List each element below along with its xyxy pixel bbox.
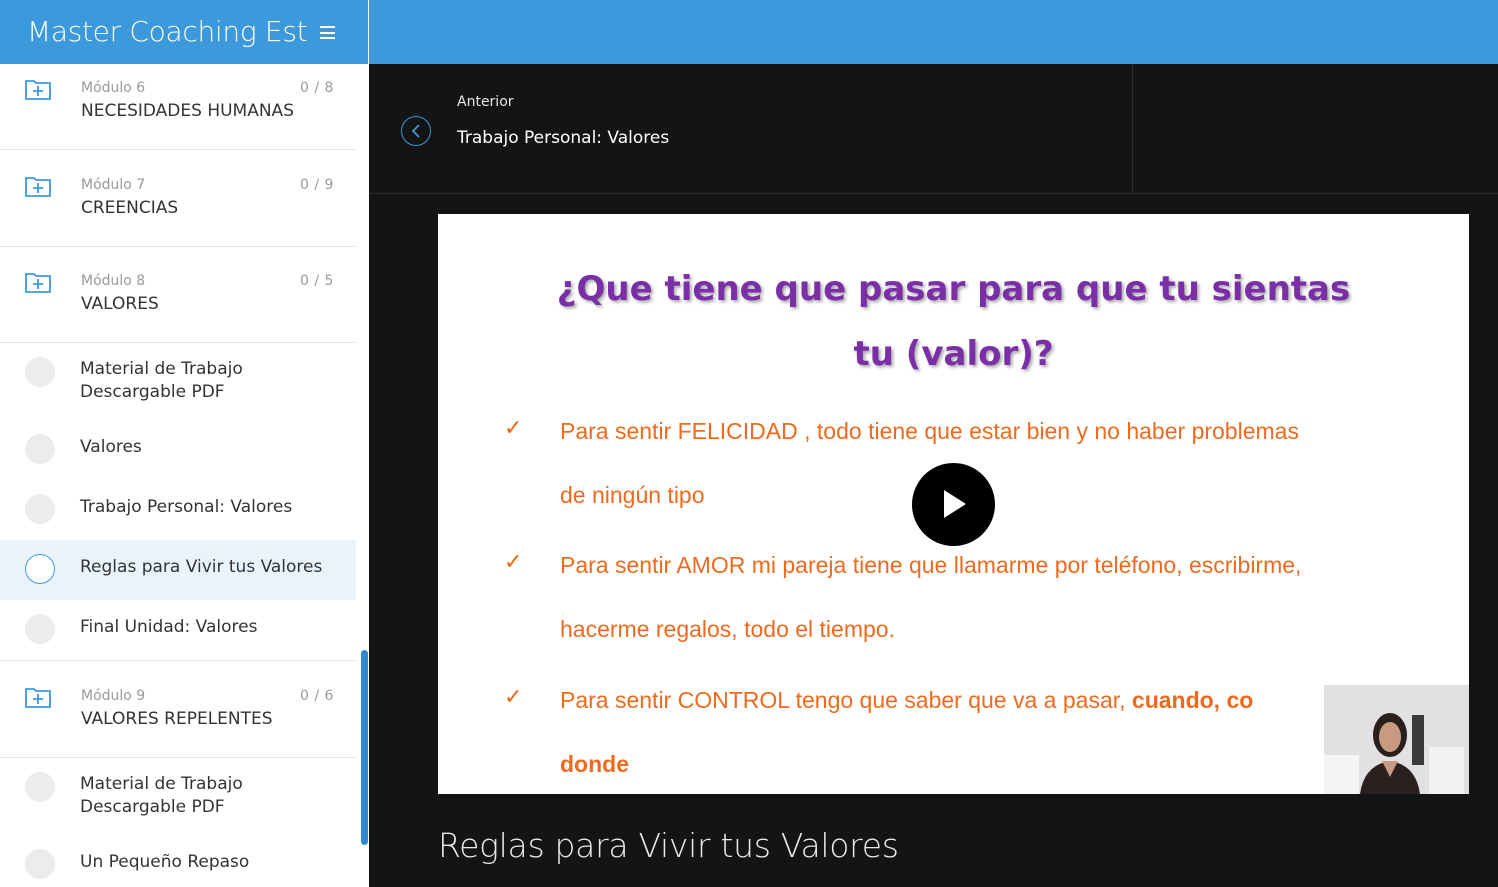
slide-question-line: tu (valor)? [853,334,1054,374]
check-icon: ✓ [504,416,523,441]
hamburger-icon[interactable] [320,26,335,39]
lesson-material-pdf-9[interactable]: Material de Trabajo Descargable PDF [0,758,356,832]
play-button[interactable] [912,463,995,546]
play-icon [944,490,966,518]
module-name: VALORES REPELENTES [81,709,273,729]
folder-plus-icon [25,273,51,293]
top-bar [369,0,1498,64]
module-number: Módulo 6 [81,80,146,96]
slide-bullet-text: Para sentir AMOR mi pareja tiene que lla… [560,552,1302,578]
lesson-valores[interactable]: Valores [0,420,356,480]
lesson-label-line: Material de Trabajo [80,774,243,794]
folder-plus-icon [25,177,51,197]
lesson-pequeno-repaso[interactable]: Un Pequeño Repaso [0,835,356,887]
lesson-label: Final Unidad: Valores [80,617,258,637]
course-title[interactable]: Master Coaching Estratégico [27,14,309,50]
folder-plus-icon [25,80,51,100]
lesson-status-circle [25,434,55,464]
module-9[interactable]: Módulo 9 0 / 6 VALORES REPELENTES [0,661,356,758]
course-sidebar: Master Coaching Estratégico Módulo 6 0 /… [0,0,369,887]
lesson-material-pdf[interactable]: Material de Trabajo Descargable PDF [0,343,356,417]
module-number: Módulo 9 [81,688,146,704]
module-7[interactable]: Módulo 7 0 / 9 CREENCIAS [0,150,356,247]
lesson-label-line: Descargable PDF [80,382,225,402]
header-divider [1132,64,1133,193]
previous-lesson-title[interactable]: Trabajo Personal: Valores [457,128,669,148]
slide-bullet-text: donde [560,751,629,778]
lesson-label: Material de Trabajo Descargable PDF [80,358,243,404]
slide-bullet-bold: donde [560,751,629,777]
slide-bullet-text: Para sentir CONTROL tengo que saber que … [560,687,1253,714]
module-progress: 0 / 9 [300,177,334,193]
lesson-final-unidad[interactable]: Final Unidad: Valores [0,600,356,660]
curriculum-list: Módulo 6 0 / 8 NECESIDADES HUMANAS Módul… [0,64,356,887]
module-progress: 0 / 6 [300,688,334,704]
module-progress: 0 / 8 [300,80,334,96]
lesson-nav-header: Anterior Trabajo Personal: Valores [369,64,1498,194]
lesson-label: Valores [80,437,142,457]
lesson-label-line: Descargable PDF [80,797,225,817]
slide-question-line: ¿Que tiene que pasar para que tu sientas [556,269,1351,309]
lesson-status-circle [25,772,55,802]
lesson-label: Un Pequeño Repaso [80,852,250,872]
slide-bullet-text: de ningún tipo [560,482,705,508]
presenter-image [1324,685,1469,794]
module-number: Módulo 8 [81,273,146,289]
lesson-label: Material de Trabajo Descargable PDF [80,773,243,819]
previous-label[interactable]: Anterior [457,94,514,110]
lesson-status-circle [25,494,55,524]
lesson-trabajo-personal[interactable]: Trabajo Personal: Valores [0,480,356,540]
module-name: CREENCIAS [81,198,179,218]
lesson-reglas-active[interactable]: Reglas para Vivir tus Valores [0,540,356,600]
folder-plus-icon [25,688,51,708]
module-name: NECESIDADES HUMANAS [81,101,294,121]
lesson-label: Reglas para Vivir tus Valores [80,557,323,577]
slide-bullet-part: Para sentir CONTROL tengo que saber que … [560,687,1126,713]
slide-bullet-text: Para sentir FELICIDAD , todo tiene que e… [560,418,1299,444]
module-8[interactable]: Módulo 8 0 / 5 VALORES [0,246,356,343]
lesson-status-circle [25,554,55,584]
lesson-label: Trabajo Personal: Valores [80,497,293,517]
previous-lesson-button[interactable] [401,116,431,146]
slide-bullet-text: hacerme regalos, todo el tiempo. [560,616,895,642]
course-brand-bar: Master Coaching Estratégico [0,0,368,64]
module-name: VALORES [81,294,159,314]
check-icon: ✓ [504,550,523,575]
presenter-webcam-thumbnail [1324,685,1469,794]
lesson-status-circle [25,849,55,879]
lesson-status-circle [25,357,55,387]
check-icon: ✓ [504,685,523,710]
module-progress: 0 / 5 [300,273,334,289]
module-6[interactable]: Módulo 6 0 / 8 NECESIDADES HUMANAS [0,64,356,150]
module-number: Módulo 7 [81,177,146,193]
chevron-left-icon [411,124,420,138]
slide-bullet-bold: cuando, co [1131,687,1254,713]
sidebar-scrollbar[interactable] [361,650,368,845]
lesson-title: Reglas para Vivir tus Valores [438,826,899,865]
video-player[interactable]: ¿Que tiene que pasar para que tu sientas… [438,214,1469,794]
lesson-status-circle [25,614,55,644]
lesson-label-line: Material de Trabajo [80,359,243,379]
